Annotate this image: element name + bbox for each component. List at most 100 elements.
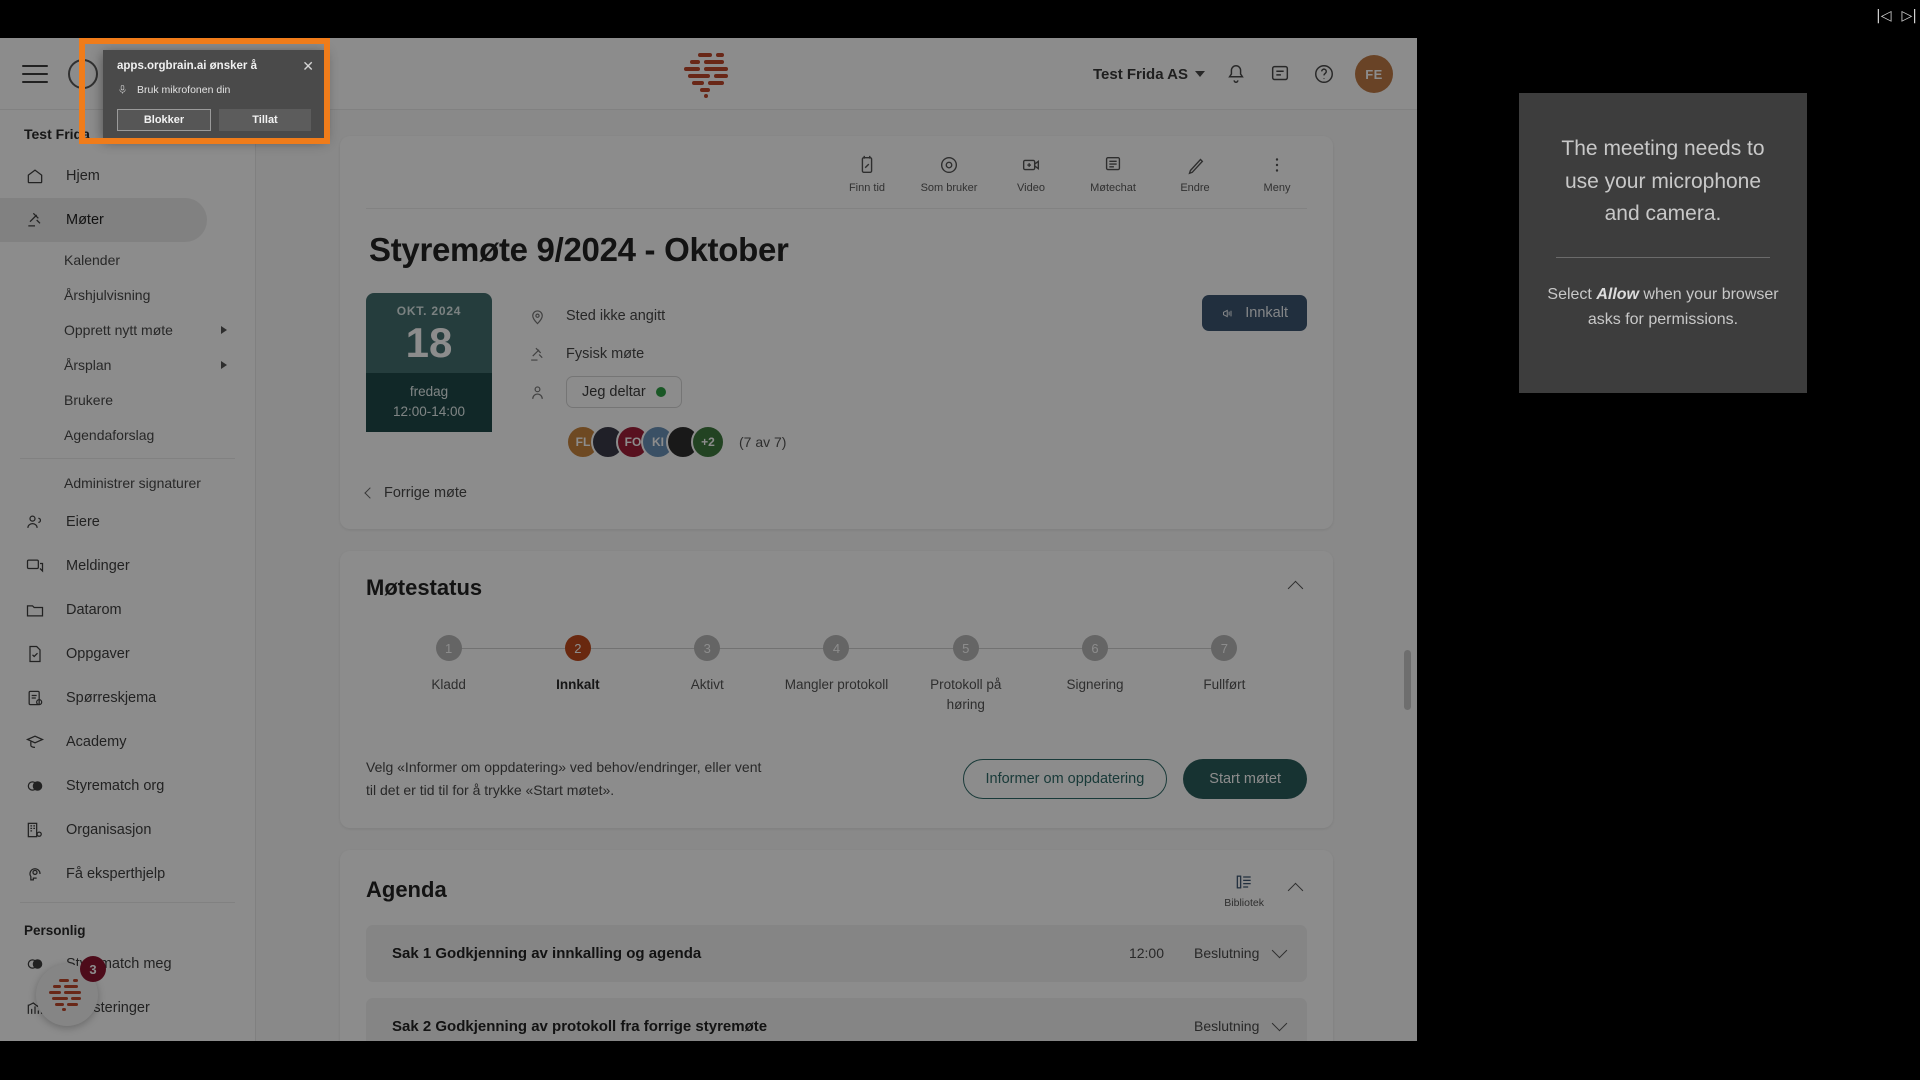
chat-icon[interactable] bbox=[1267, 61, 1293, 87]
step-number: 6 bbox=[1082, 635, 1109, 661]
sidebar-item-label: Møter bbox=[66, 212, 104, 228]
step-connector bbox=[448, 648, 578, 649]
meeting-info: OKT. 2024 18 fredag 12:00-14:00 Innkalt bbox=[366, 293, 1307, 459]
divider bbox=[20, 902, 235, 903]
tool-motechat[interactable]: Møtechat bbox=[1087, 154, 1139, 194]
status-stepper: 1 Kladd 2 Innkalt 3 Aktivt 4 Mangler pro… bbox=[384, 635, 1289, 716]
contrast-circles-icon bbox=[24, 953, 46, 975]
sidebar-item-label: Hjem bbox=[66, 168, 100, 184]
chevron-down-icon[interactable] bbox=[1271, 942, 1288, 959]
gavel-icon bbox=[526, 343, 548, 365]
org-selector[interactable]: Test Frida AS bbox=[1093, 66, 1205, 83]
step-label: Signering bbox=[1066, 677, 1124, 692]
clipboard-check-icon bbox=[24, 687, 46, 709]
agenda-item-name: Sak 1 Godkjenning av innkalling og agend… bbox=[392, 944, 702, 962]
sidebar-item-oppgaver[interactable]: Oppgaver bbox=[0, 632, 255, 676]
agenda-row[interactable]: Sak 1 Godkjenning av innkalling og agend… bbox=[366, 924, 1307, 982]
sidebar-item-meldinger[interactable]: Meldinger bbox=[0, 544, 255, 588]
tool-finn-tid[interactable]: Finn tid bbox=[841, 154, 893, 194]
date-weekday: fredag bbox=[409, 384, 449, 399]
header-right-controls: Test Frida AS FE bbox=[1093, 38, 1393, 110]
agenda-header-actions: Bibliotek bbox=[1224, 872, 1307, 909]
sidebar-item-label: Få eksperthjelp bbox=[66, 866, 166, 882]
nav-next-button[interactable]: ▷| bbox=[1902, 8, 1917, 24]
sidebar-subitem-opprett-nytt-mote[interactable]: Opprett nytt møte bbox=[0, 312, 255, 347]
sidebar-item-organisasjon[interactable]: Organisasjon bbox=[0, 808, 255, 852]
brain-logo bbox=[678, 51, 740, 98]
status-dot bbox=[655, 387, 666, 397]
bell-icon[interactable] bbox=[1223, 61, 1249, 87]
sidebar-item-datarom[interactable]: Datarom bbox=[0, 588, 255, 632]
sidebar-subitem-arshjulvisning[interactable]: Årshjulvisning bbox=[0, 277, 255, 312]
tool-label: Finn tid bbox=[848, 182, 886, 194]
chevron-right-icon bbox=[221, 325, 227, 334]
step-kladd[interactable]: 1 Kladd bbox=[384, 635, 578, 716]
building-gear-icon bbox=[24, 819, 46, 841]
agenda-card-header: Agenda Bibliotek bbox=[366, 872, 1307, 909]
chevron-down-icon bbox=[1195, 71, 1205, 77]
date-weekday-time: fredag 12:00-14:00 bbox=[366, 373, 492, 433]
sidebar-item-label: Styrematch org bbox=[66, 778, 165, 794]
agenda-card: Agenda Bibliotek Sak 1 Godkjenning av in… bbox=[340, 849, 1333, 1041]
meeting-status-card: Møtestatus 1 Kladd 2 Innkalt 3 Aktivt 4 … bbox=[340, 551, 1333, 828]
help-circle-icon[interactable] bbox=[1311, 61, 1337, 87]
sidebar-item-label: Datarom bbox=[66, 602, 122, 618]
date-time-range: 12:00-14:00 bbox=[392, 403, 466, 419]
sidebar-subitem-agendaforslag[interactable]: Agendaforslag bbox=[0, 417, 255, 452]
sidebar-subitem-label: Brukere bbox=[64, 391, 114, 408]
start-motet-button[interactable]: Start møtet bbox=[1183, 758, 1307, 799]
tool-video[interactable]: Video bbox=[1005, 154, 1057, 194]
step-label: Protokoll på høring bbox=[930, 677, 1002, 713]
nav-prev-button[interactable]: |◁ bbox=[1876, 8, 1891, 24]
tool-som-bruker[interactable]: Som bruker bbox=[921, 154, 977, 194]
sidebar-item-styrematch-org[interactable]: Styrematch org bbox=[0, 764, 255, 808]
chevron-up-icon[interactable] bbox=[1287, 882, 1304, 898]
bibliotek-label: Bibliotek bbox=[1224, 896, 1264, 909]
attendance-chip[interactable]: Jeg deltar bbox=[566, 376, 682, 408]
app-window: Test Frida AS FE Test Frida Hjem Møter K… bbox=[0, 38, 1417, 1041]
meeting-toolbar: Finn tid Som bruker Video Møtechat Endre… bbox=[366, 154, 1307, 194]
chevron-up-icon[interactable] bbox=[1287, 580, 1304, 596]
sidebar-item-styrematch-meg[interactable]: Styrematch meg bbox=[0, 942, 255, 986]
avatar-overflow[interactable]: +2 bbox=[691, 425, 725, 459]
attendee-count: (7 av 7) bbox=[739, 434, 787, 450]
tool-meny[interactable]: Meny bbox=[1251, 154, 1303, 194]
agenda-row[interactable]: Sak 2 Godkjenning av protokoll fra forri… bbox=[366, 997, 1307, 1041]
step-number: 4 bbox=[823, 635, 850, 661]
step-number: 7 bbox=[1211, 635, 1238, 661]
sidebar-item-eiere[interactable]: Eiere bbox=[0, 500, 255, 544]
sidebar-subitem-arsplan[interactable]: Årsplan bbox=[0, 347, 255, 382]
step-label: Aktivt bbox=[690, 677, 724, 692]
informer-om-oppdatering-button[interactable]: Informer om oppdatering bbox=[962, 758, 1168, 799]
sidebar-item-administrer-signaturer[interactable]: Administrer signaturer bbox=[0, 465, 255, 500]
prev-meeting-link[interactable]: Forrige møte bbox=[364, 485, 1307, 501]
meeting-location: Sted ikke angitt bbox=[566, 308, 666, 324]
avatar[interactable]: FE bbox=[1355, 55, 1393, 93]
sidebar: Test Frida Hjem Møter Kalender Årshjulvi… bbox=[0, 110, 256, 1041]
library-list-icon bbox=[1236, 875, 1251, 889]
eye-icon bbox=[940, 156, 958, 174]
sidebar-subitem-brukere[interactable]: Brukere bbox=[0, 382, 255, 417]
tool-endre[interactable]: Endre bbox=[1169, 154, 1221, 194]
sidebar-item-fa-eksperthjelp[interactable]: Få eksperthjelp bbox=[0, 852, 255, 896]
sidebar-item-sporreskjema[interactable]: Spørreskjema bbox=[0, 676, 255, 720]
sidebar-item-label: Academy bbox=[66, 734, 127, 750]
sidebar-item-moter[interactable]: Møter bbox=[0, 198, 207, 242]
innkalt-status-button[interactable]: Innkalt bbox=[1202, 295, 1307, 331]
step-connector bbox=[1095, 648, 1225, 649]
sidebar-item-academy[interactable]: Academy bbox=[0, 720, 255, 764]
chevron-down-icon[interactable] bbox=[1271, 1015, 1288, 1032]
scrollbar-thumb[interactable] bbox=[1404, 650, 1411, 710]
instruction-headline: The meeting needs to use your microphone… bbox=[1561, 137, 1765, 226]
sidebar-item-hjem[interactable]: Hjem bbox=[0, 154, 255, 198]
meeting-detail-rows: Innkalt Sted ikke angitt Fysisk møte Jeg… bbox=[526, 293, 1307, 459]
hamburger-menu-icon[interactable] bbox=[22, 64, 48, 83]
prev-meeting-label: Forrige møte bbox=[384, 485, 467, 501]
bibliotek-button[interactable]: Bibliotek bbox=[1224, 872, 1264, 909]
scrollbar[interactable] bbox=[1404, 220, 1411, 1040]
step-number: 2 bbox=[564, 635, 591, 661]
sidebar-item-label: Oppgaver bbox=[66, 646, 130, 662]
sidebar-subitem-kalender[interactable]: Kalender bbox=[0, 242, 255, 277]
step-number: 1 bbox=[435, 635, 462, 661]
avatar-stack[interactable]: FL FO KI +2 bbox=[566, 425, 725, 459]
